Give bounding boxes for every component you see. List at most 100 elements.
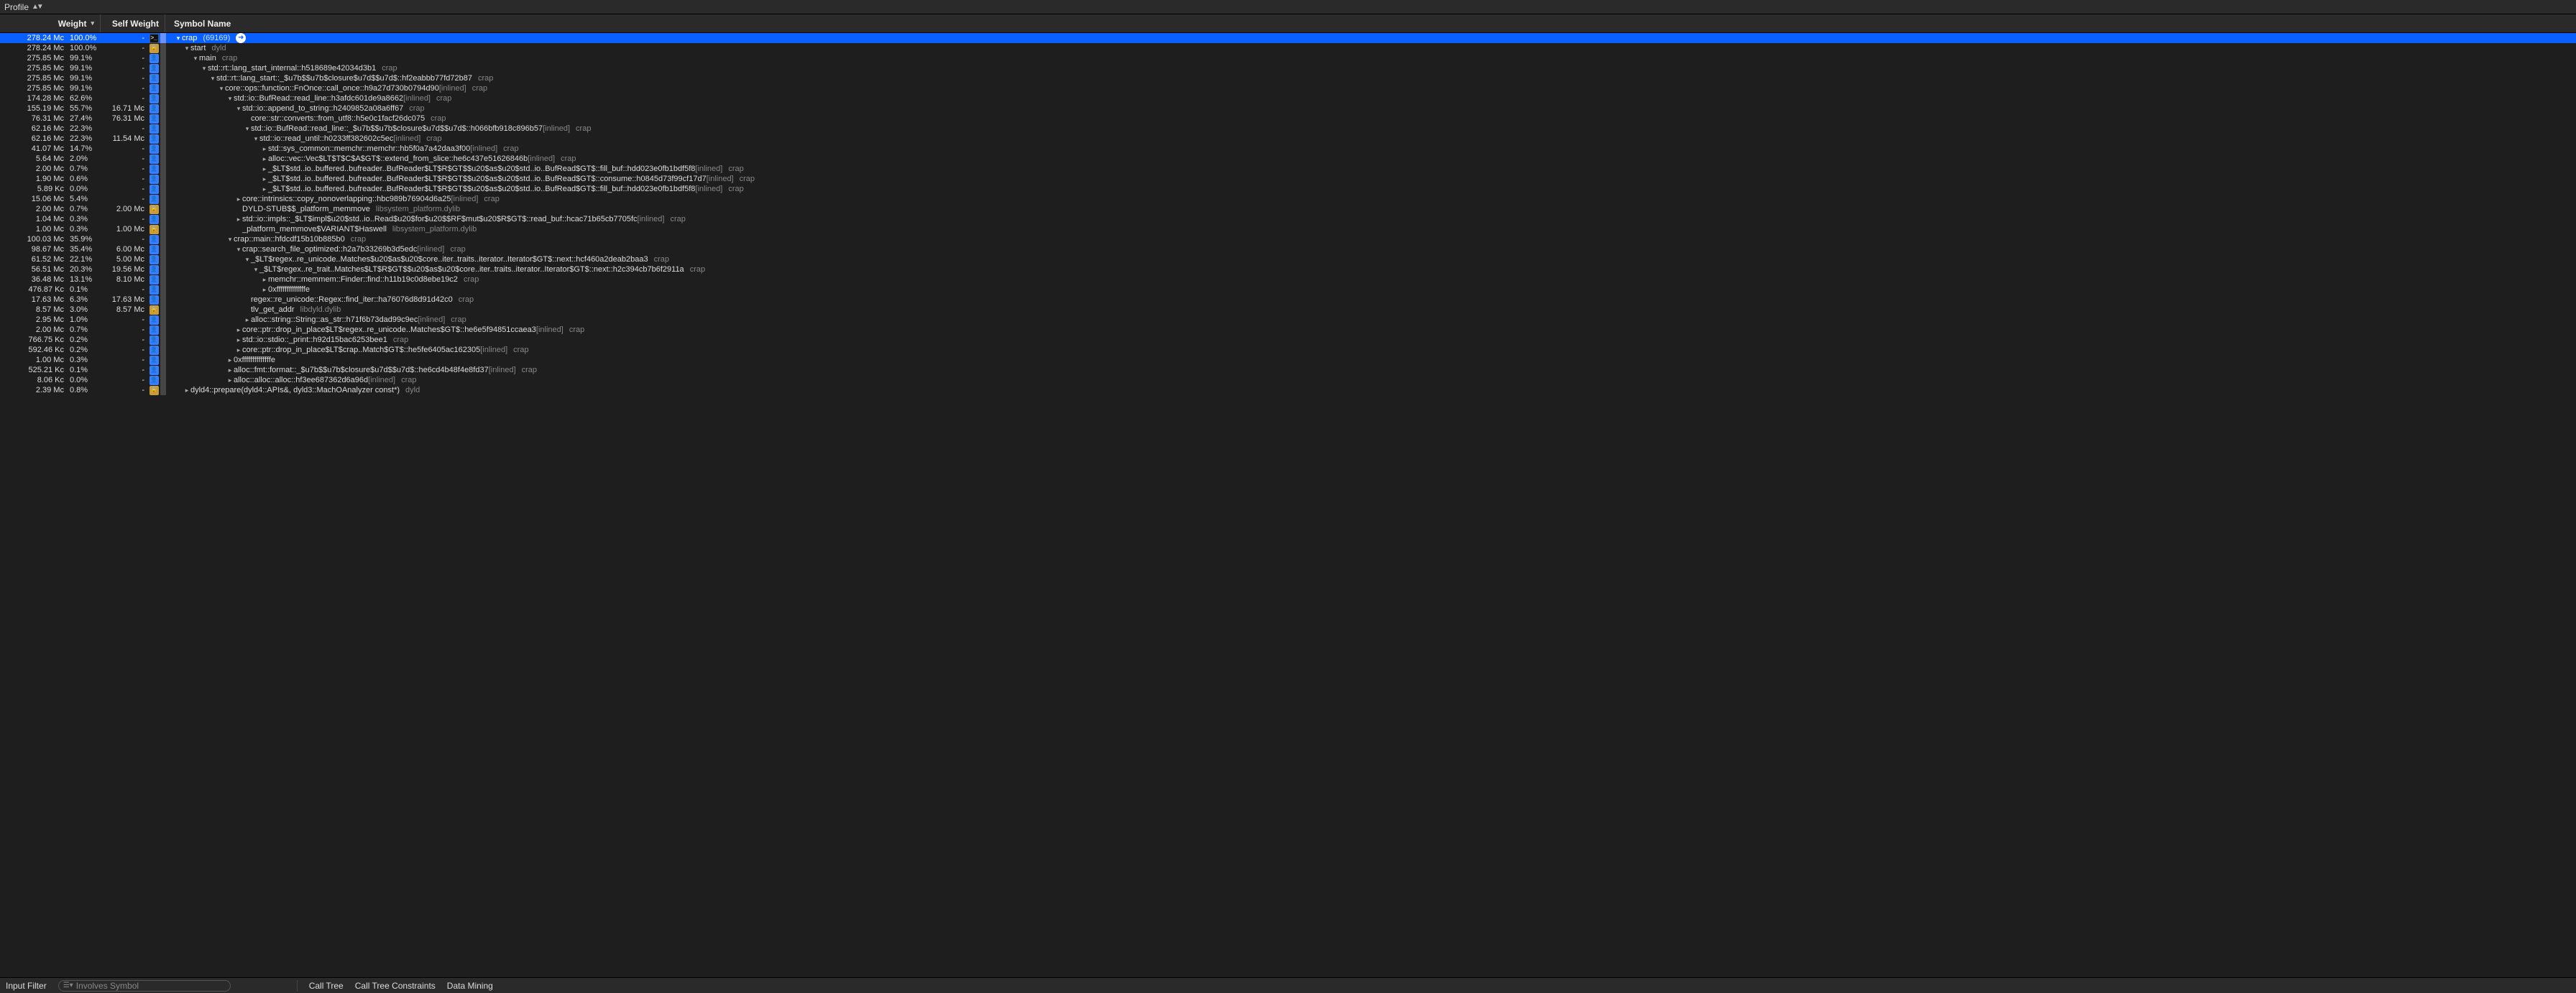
tree-row[interactable]: 476.87 Kc0.1%-▸0xffffffffffffffe	[0, 285, 2576, 295]
column-header-weight[interactable]: Weight ▾	[0, 14, 101, 32]
disclosure-triangle-icon[interactable]: ▸	[226, 365, 234, 375]
disclosure-triangle-icon[interactable]: ▾	[218, 83, 225, 93]
column-header-symbol[interactable]: Symbol Name	[165, 14, 2576, 32]
focus-arrow-icon[interactable]: ➜	[236, 33, 246, 43]
tree-row[interactable]: 592.46 Kc0.2%-▸core::ptr::drop_in_place$…	[0, 345, 2576, 355]
symbol-cell: ▾std::io::read_until::h0233ff382602c5ec …	[166, 134, 2576, 144]
data-mining-button[interactable]: Data Mining	[447, 981, 493, 991]
tree-row[interactable]: 41.07 Mc14.7%-▸std::sys_common::memchr::…	[0, 144, 2576, 154]
self-weight-value: 16.71 Mc	[100, 103, 147, 114]
library-name: crap	[409, 103, 424, 114]
weight-value: 76.31 Mc	[0, 114, 67, 124]
tree-row[interactable]: 56.51 Mc20.3%19.56 Mc▾_$LT$regex..re_tra…	[0, 264, 2576, 274]
self-weight-label: Self Weight	[112, 19, 159, 29]
library-name: libsystem_platform.dylib	[376, 204, 460, 214]
tree-row[interactable]: 76.31 Mc27.4%76.31 Mccore::str::converts…	[0, 114, 2576, 124]
disclosure-triangle-icon[interactable]: ▾	[226, 93, 234, 103]
disclosure-triangle-icon[interactable]: ▸	[235, 214, 242, 224]
disclosure-triangle-icon[interactable]: ▾	[252, 134, 259, 144]
disclosure-triangle-icon[interactable]: ▾	[175, 33, 182, 43]
disclosure-triangle-icon[interactable]: ▸	[261, 154, 268, 164]
tree-row[interactable]: 766.75 Kc0.2%-▸std::io::stdio::_print::h…	[0, 335, 2576, 345]
disclosure-triangle-icon[interactable]: ▸	[261, 285, 268, 295]
tree-row[interactable]: 8.06 Kc0.0%-▸alloc::alloc::alloc::hf3ee6…	[0, 375, 2576, 385]
disclosure-triangle-icon[interactable]: ▾	[201, 63, 208, 73]
disclosure-triangle-icon[interactable]: ▾	[244, 254, 251, 264]
disclosure-triangle-icon[interactable]: ▸	[261, 164, 268, 174]
disclosure-triangle-icon[interactable]: ▸	[226, 355, 234, 365]
inlined-annotation: [inlined]	[695, 184, 722, 194]
disclosure-triangle-icon[interactable]: ▸	[261, 184, 268, 194]
user-icon	[147, 195, 160, 204]
disclosure-triangle-icon[interactable]: ▸	[261, 274, 268, 285]
weight-value: 2.00 Mc	[0, 325, 67, 335]
disclosure-triangle-icon[interactable]: ▸	[235, 335, 242, 345]
self-weight-value: 5.00 Mc	[100, 254, 147, 264]
tree-row[interactable]: 1.00 Mc0.3%1.00 Mc_platform_memmove$VARI…	[0, 224, 2576, 234]
tree-row[interactable]: 174.28 Mc62.6%-▾std::io::BufRead::read_l…	[0, 93, 2576, 103]
tree-row[interactable]: 2.95 Mc1.0%-▸alloc::string::String::as_s…	[0, 315, 2576, 325]
tree-row[interactable]: 17.63 Mc6.3%17.63 Mcregex::re_unicode::R…	[0, 295, 2576, 305]
tree-row[interactable]: 2.00 Mc0.7%-▸_$LT$std..io..buffered..buf…	[0, 164, 2576, 174]
tree-row[interactable]: 1.00 Mc0.3%-▸0xffffffffffffffe	[0, 355, 2576, 365]
user-icon	[147, 144, 160, 154]
tree-row[interactable]: 5.89 Kc0.0%-▸_$LT$std..io..buffered..buf…	[0, 184, 2576, 194]
tree-row[interactable]: 62.16 Mc22.3%-▾std::io::BufRead::read_li…	[0, 124, 2576, 134]
disclosure-triangle-icon[interactable]: ▾	[183, 43, 190, 53]
symbol-name: memchr::memmem::Finder::find::h11b19c0d8…	[268, 274, 458, 285]
tree-row[interactable]: 1.90 Mc0.6%-▸_$LT$std..io..buffered..buf…	[0, 174, 2576, 184]
disclosure-triangle-icon[interactable]: ▾	[244, 124, 251, 134]
disclosure-triangle-icon[interactable]: ▸	[235, 345, 242, 355]
disclosure-triangle-icon[interactable]: ▸	[235, 325, 242, 335]
disclosure-triangle-icon[interactable]: ▾	[226, 234, 234, 244]
disclosure-triangle-icon[interactable]: ▾	[192, 53, 199, 63]
tree-row[interactable]: 278.24 Mc100.0%-▾crap(69169)➜	[0, 33, 2576, 43]
tree-row[interactable]: 2.00 Mc0.7%2.00 McDYLD-STUB$$_platform_m…	[0, 204, 2576, 214]
tree-row[interactable]: 1.04 Mc0.3%-▸std::io::impls::_$LT$impl$u…	[0, 214, 2576, 224]
tree-row[interactable]: 98.67 Mc35.4%6.00 Mc▾crap::search_file_o…	[0, 244, 2576, 254]
tree-row[interactable]: 275.85 Mc99.1%-▾std::rt::lang_start_inte…	[0, 63, 2576, 73]
tree-row[interactable]: 275.85 Mc99.1%-▾core::ops::function::FnO…	[0, 83, 2576, 93]
disclosure-triangle-icon[interactable]: ▸	[226, 375, 234, 385]
involves-symbol-filter[interactable]: ☰▾ Involves Symbol	[58, 980, 231, 992]
weight-percent: 2.0%	[67, 154, 100, 164]
symbol-cell: ▸std::sys_common::memchr::memchr::hb5f0a…	[166, 144, 2576, 154]
call-tree-button[interactable]: Call Tree	[309, 981, 344, 991]
tree-row[interactable]: 61.52 Mc22.1%5.00 Mc▾_$LT$regex..re_unic…	[0, 254, 2576, 264]
tree-row[interactable]: 275.85 Mc99.1%-▾std::rt::lang_start::_$u…	[0, 73, 2576, 83]
disclosure-triangle-icon[interactable]: ▾	[252, 264, 259, 274]
profile-menu[interactable]: Profile ▲▼	[4, 2, 42, 12]
tree-row[interactable]: 8.57 Mc3.0%8.57 Mctlv_get_addrlibdyld.dy…	[0, 305, 2576, 315]
tree-row[interactable]: 278.24 Mc100.0%-▾startdyld	[0, 43, 2576, 53]
disclosure-triangle-icon[interactable]: ▸	[261, 174, 268, 184]
self-weight-value: -	[100, 194, 147, 204]
tree-row[interactable]: 155.19 Mc55.7%16.71 Mc▾std::io::append_t…	[0, 103, 2576, 114]
column-header-self-weight[interactable]: Self Weight	[101, 14, 165, 32]
disclosure-triangle-icon[interactable]: ▸	[244, 315, 251, 325]
tree-row[interactable]: 275.85 Mc99.1%-▾maincrap	[0, 53, 2576, 63]
call-tree-constraints-button[interactable]: Call Tree Constraints	[355, 981, 436, 991]
weight-percent: 0.6%	[67, 174, 100, 184]
disclosure-triangle-icon[interactable]: ▸	[235, 194, 242, 204]
tree-row[interactable]: 2.39 Mc0.8%-▸dyld4::prepare(dyld4::APIs&…	[0, 385, 2576, 395]
weight-percent: 0.7%	[67, 204, 100, 214]
user-icon	[147, 235, 160, 244]
tree-row[interactable]: 100.03 Mc35.9%-▾crap::main::hfdcdf15b10b…	[0, 234, 2576, 244]
tree-row[interactable]: 15.06 Mc5.4%-▸core::intrinsics::copy_non…	[0, 194, 2576, 204]
tree-row[interactable]: 36.48 Mc13.1%8.10 Mc▸memchr::memmem::Fin…	[0, 274, 2576, 285]
disclosure-triangle-icon[interactable]: ▾	[209, 73, 216, 83]
weight-value: 278.24 Mc	[0, 43, 67, 53]
disclosure-triangle-icon[interactable]: ▸	[261, 144, 268, 154]
call-tree[interactable]: 278.24 Mc100.0%-▾crap(69169)➜278.24 Mc10…	[0, 33, 2576, 395]
weight-value: 56.51 Mc	[0, 264, 67, 274]
user-icon	[147, 94, 160, 103]
tree-row[interactable]: 5.64 Mc2.0%-▸alloc::vec::Vec$LT$T$C$A$GT…	[0, 154, 2576, 164]
tree-row[interactable]: 525.21 Kc0.1%-▸alloc::fmt::format::_$u7b…	[0, 365, 2576, 375]
disclosure-triangle-icon[interactable]: ▾	[235, 244, 242, 254]
tree-row[interactable]: 62.16 Mc22.3%11.54 Mc▾std::io::read_unti…	[0, 134, 2576, 144]
disclosure-triangle-icon[interactable]: ▸	[183, 385, 190, 395]
symbol-cell: DYLD-STUB$$_platform_memmovelibsystem_pl…	[166, 204, 2576, 214]
symbol-cell: ▸0xffffffffffffffe	[166, 285, 2576, 295]
disclosure-triangle-icon[interactable]: ▾	[235, 103, 242, 114]
tree-row[interactable]: 2.00 Mc0.7%-▸core::ptr::drop_in_place$LT…	[0, 325, 2576, 335]
